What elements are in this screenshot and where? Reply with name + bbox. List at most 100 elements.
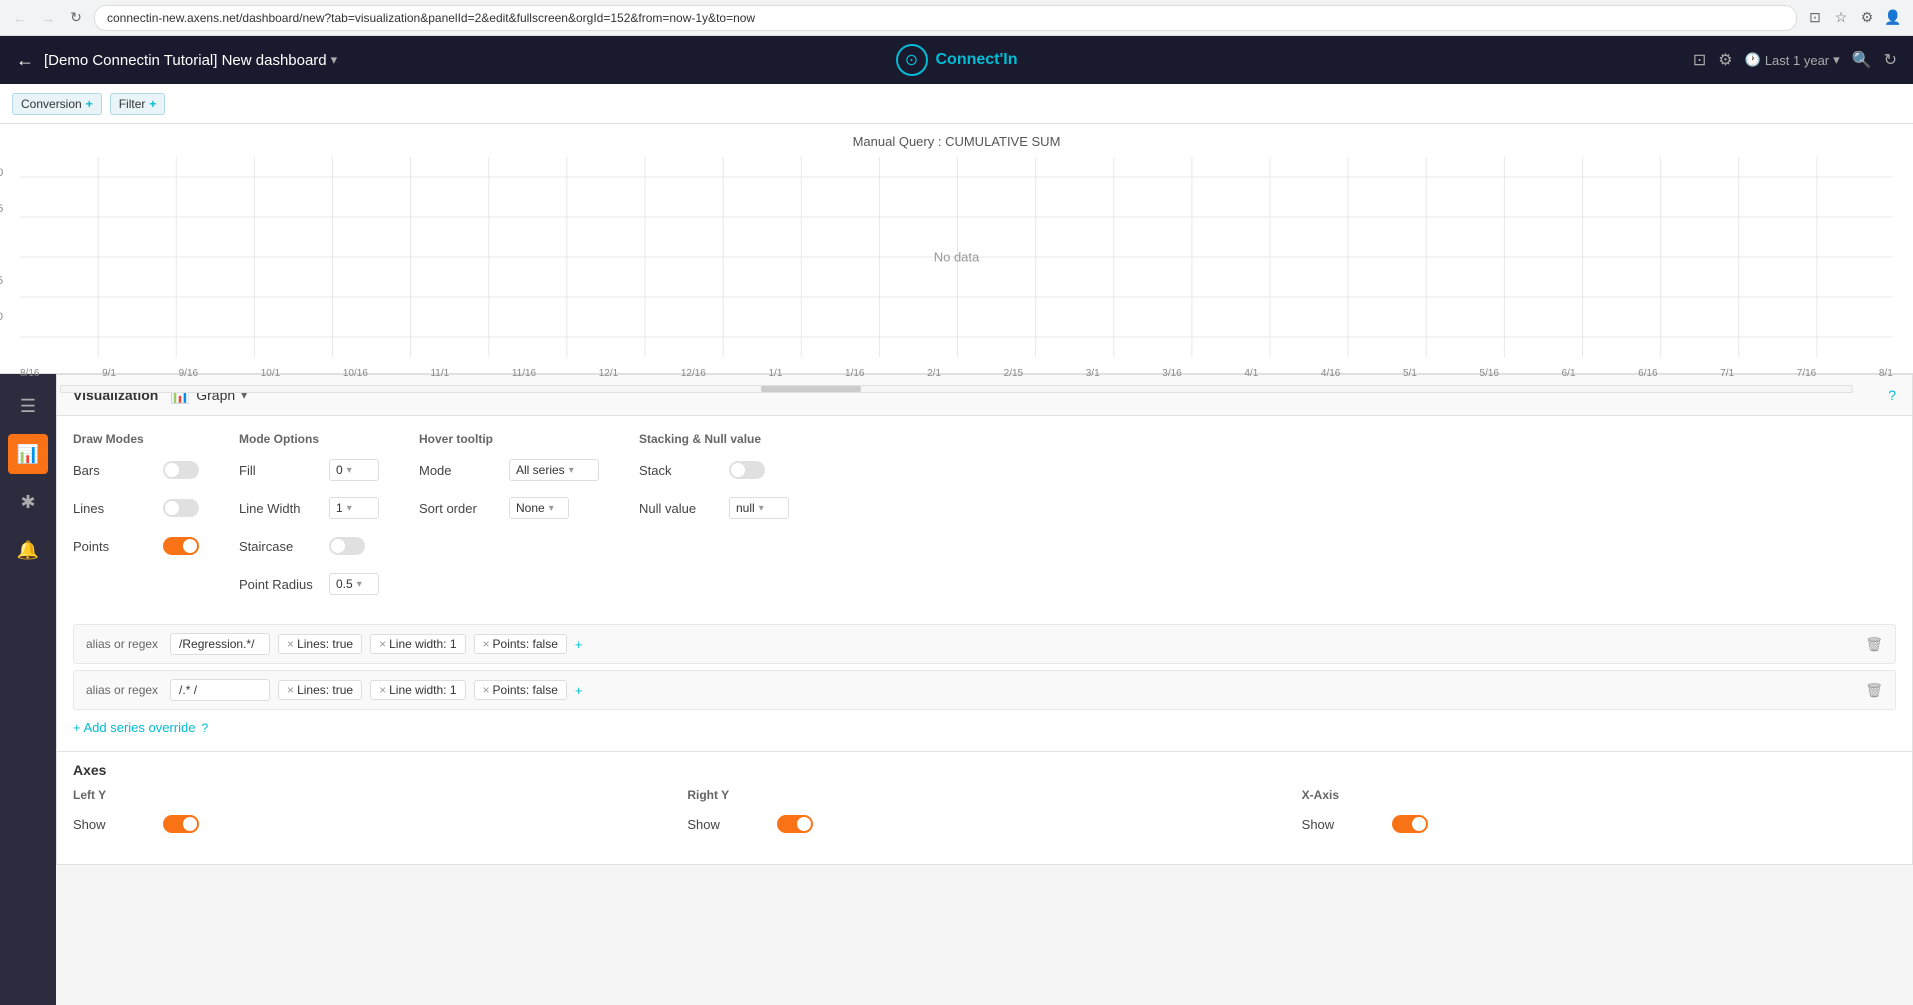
linewidth-tag-x-2: × — [379, 683, 386, 697]
linewidth-label: Line Width — [239, 501, 319, 516]
back-button[interactable]: ← — [16, 50, 34, 71]
nullvalue-dropdown[interactable]: null ▾ — [729, 497, 789, 519]
staircase-row: Staircase — [239, 532, 379, 560]
pointradius-dropdown[interactable]: 0.5 ▾ — [329, 573, 379, 595]
linewidth-dropdown[interactable]: 1 ▾ — [329, 497, 379, 519]
series-row-2: alias or regex /.* / × Lines: true × Lin… — [73, 670, 1896, 710]
extensions-btn[interactable]: ⚙ — [1857, 8, 1877, 28]
browser-chrome: ← → ↻ connectin-new.axens.net/dashboard/… — [0, 0, 1913, 36]
filter-label: Filter — [119, 97, 146, 111]
pointradius-value: 0.5 — [336, 577, 353, 591]
add-series-override-btn[interactable]: + Add series override — [73, 720, 195, 735]
mode-arrow: ▾ — [569, 465, 574, 476]
logo-text: Connect'In — [935, 51, 1017, 69]
address-bar[interactable]: connectin-new.axens.net/dashboard/new?ta… — [94, 5, 1797, 31]
draw-modes-section: Draw Modes Bars Lines Points — [73, 432, 199, 608]
lines-tag-x-2: × — [287, 683, 294, 697]
chart-wrapper: 1.0 0.5 0 -0.5 -1.0 No data 8/169/19/161… — [20, 157, 1893, 357]
logo-center: ⊙ Connect'In — [895, 44, 1017, 76]
lines-row: Lines — [73, 494, 199, 522]
right-y-title: Right Y — [687, 788, 1281, 802]
search-btn[interactable]: 🔍 — [1852, 50, 1872, 70]
back-nav-btn[interactable]: ← — [10, 8, 30, 28]
axes-grid: Left Y Show Right Y Show — [73, 788, 1896, 848]
alias-value-2[interactable]: /.* / — [170, 679, 270, 701]
chart-icon-btn[interactable]: 📊 — [8, 434, 48, 474]
scrollbar-thumb[interactable] — [761, 386, 861, 392]
export-btn[interactable]: ⊡ — [1693, 50, 1706, 70]
reload-btn[interactable]: ↻ — [66, 8, 86, 28]
bell-icon-btn[interactable]: 🔔 — [8, 530, 48, 570]
right-y-col: Right Y Show — [687, 788, 1281, 848]
lines-tag-2[interactable]: × Lines: true — [278, 680, 362, 700]
pointradius-label: Point Radius — [239, 577, 319, 592]
y-label-10: 1.0 — [0, 167, 3, 179]
sortorder-dropdown[interactable]: None ▾ — [509, 497, 569, 519]
staircase-label: Staircase — [239, 539, 319, 554]
time-caret: ▾ — [1833, 52, 1840, 68]
staircase-toggle[interactable] — [329, 537, 365, 555]
lines-toggle[interactable] — [163, 499, 199, 517]
stack-label: Stack — [639, 463, 719, 478]
points-tag-text-2: Points: false — [493, 683, 558, 697]
delete-row-btn-2[interactable]: 🗑 — [1865, 682, 1883, 699]
y-label-n10: -1.0 — [0, 311, 3, 323]
help-icon[interactable]: ? — [1888, 387, 1896, 403]
left-y-show-row: Show — [73, 810, 667, 838]
cog-icon: ✱ — [20, 492, 35, 513]
refresh-btn[interactable]: ↻ — [1884, 50, 1897, 70]
filter-tag[interactable]: Filter + — [110, 93, 166, 115]
x-axis-title: X-Axis — [1302, 788, 1896, 802]
x-axis-labels: 8/169/19/1610/110/1611/111/1612/112/161/… — [20, 368, 1893, 379]
gear-btn[interactable]: ⚙ — [1718, 50, 1732, 70]
bookmark-btn[interactable]: ☆ — [1831, 8, 1851, 28]
linewidth-tag-text-1: Line width: 1 — [389, 637, 456, 651]
series-override-help[interactable]: ? — [201, 721, 208, 735]
left-y-show-toggle[interactable] — [163, 815, 199, 833]
x-axis-show-label: Show — [1302, 817, 1382, 832]
layers-icon-btn[interactable]: ☰ — [8, 386, 48, 426]
points-tag-1[interactable]: × Points: false — [474, 634, 567, 654]
nullvalue-value: null — [736, 501, 755, 515]
nullvalue-row: Null value null ▾ — [639, 494, 789, 522]
x-axis-show-toggle[interactable] — [1392, 815, 1428, 833]
fill-dropdown[interactable]: 0 ▾ — [329, 459, 379, 481]
add-override-btn-1[interactable]: + — [575, 637, 583, 652]
mode-options-section: Mode Options Fill 0 ▾ Line Width 1 — [239, 432, 379, 608]
linewidth-tag-1[interactable]: × Line width: 1 — [370, 634, 465, 654]
alias-value-1[interactable]: /Regression.*/ — [170, 633, 270, 655]
linewidth-tag-2[interactable]: × Line width: 1 — [370, 680, 465, 700]
chart-scrollbar[interactable] — [60, 385, 1853, 393]
dashboard-title: [Demo Connectin Tutorial] New dashboard — [44, 52, 327, 69]
profile-btn[interactable]: 👤 — [1883, 8, 1903, 28]
cog-icon-btn[interactable]: ✱ — [8, 482, 48, 522]
clock-icon: 🕐 — [1745, 52, 1761, 68]
dashboard-caret[interactable]: ▾ — [331, 52, 338, 68]
hover-tooltip-title: Hover tooltip — [419, 432, 599, 446]
linewidth-tag-x-1: × — [379, 637, 386, 651]
conversion-tag[interactable]: Conversion + — [12, 93, 102, 115]
screenshot-btn[interactable]: ⊡ — [1805, 8, 1825, 28]
chart-icon: 📊 — [17, 444, 39, 465]
stack-toggle[interactable] — [729, 461, 765, 479]
lines-tag-text-2: Lines: true — [297, 683, 353, 697]
sortorder-label: Sort order — [419, 501, 499, 516]
bars-toggle[interactable] — [163, 461, 199, 479]
draw-modes-title: Draw Modes — [73, 432, 199, 446]
delete-row-btn-1[interactable]: 🗑 — [1865, 636, 1883, 653]
mode-row: Mode All series ▾ — [419, 456, 599, 484]
viz-body: Draw Modes Bars Lines Points — [57, 416, 1912, 624]
linewidth-tag-text-2: Line width: 1 — [389, 683, 456, 697]
bars-label: Bars — [73, 463, 153, 478]
right-y-show-toggle[interactable] — [777, 815, 813, 833]
mode-dropdown[interactable]: All series ▾ — [509, 459, 599, 481]
add-override-btn-2[interactable]: + — [575, 683, 583, 698]
stacking-section: Stacking & Null value Stack Null value n… — [639, 432, 789, 608]
mode-options-title: Mode Options — [239, 432, 379, 446]
time-range-selector[interactable]: 🕐 Last 1 year ▾ — [1745, 52, 1840, 68]
header-actions: ⊡ ⚙ 🕐 Last 1 year ▾ 🔍 ↻ — [1693, 50, 1897, 70]
points-toggle[interactable] — [163, 537, 199, 555]
points-tag-2[interactable]: × Points: false — [474, 680, 567, 700]
lines-tag-1[interactable]: × Lines: true — [278, 634, 362, 654]
forward-nav-btn[interactable]: → — [38, 8, 58, 28]
